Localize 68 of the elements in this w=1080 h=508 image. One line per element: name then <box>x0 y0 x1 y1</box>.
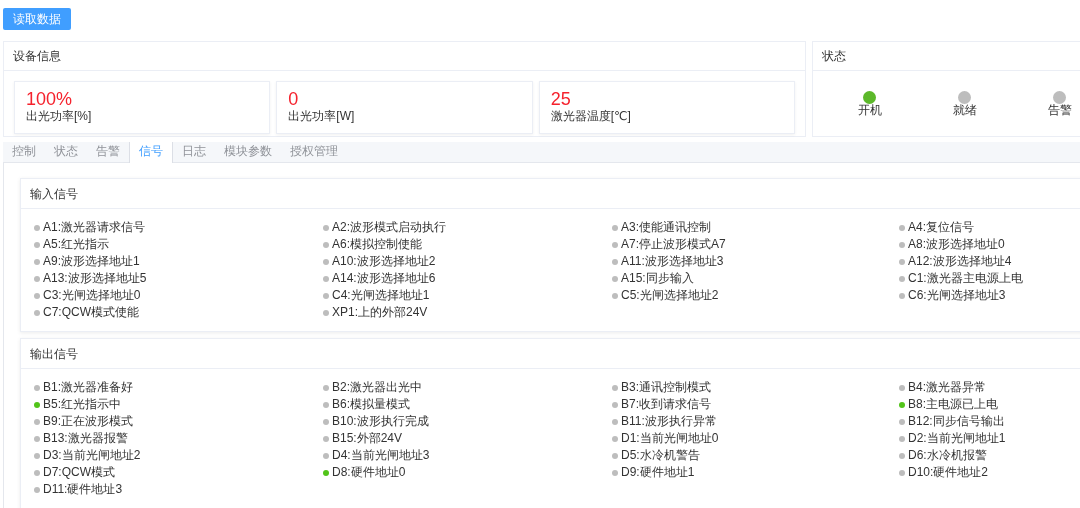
signal-label: D1:当前光闸地址0 <box>621 430 719 447</box>
signal-label: A12:波形选择地址4 <box>908 253 1012 270</box>
signal-label: B8:主电源已上电 <box>908 396 998 413</box>
signal-label: D6:水冷机报警 <box>908 447 987 464</box>
metric-label: 激光器温度[℃] <box>550 109 632 124</box>
signal-label: C7:QCW模式使能 <box>43 304 139 321</box>
signal-label: B13:激光器报警 <box>43 430 128 447</box>
signal-label: A3:使能通讯控制 <box>621 219 711 236</box>
signal-label: D2:当前光闸地址1 <box>908 430 1006 447</box>
metric-value: 0 <box>288 89 300 109</box>
tab[interactable]: 模块参数 <box>215 142 281 162</box>
signal-label: XP1:上的外部24V <box>332 304 428 321</box>
signal-label: A9:波形选择地址1 <box>43 253 140 270</box>
tab[interactable]: 信号 <box>129 142 173 163</box>
status-label: 告警 <box>1047 103 1072 117</box>
signal-label: C3:光闸选择地址0 <box>43 287 141 304</box>
metric-value: 25 <box>550 89 572 109</box>
signal-label: A14:波形选择地址6 <box>332 270 436 287</box>
status-label: 开机 <box>857 103 882 117</box>
metric-label: 出光功率[%] <box>26 109 93 124</box>
signal-label: A5:红光指示 <box>43 236 109 253</box>
signal-label: D3:当前光闸地址2 <box>43 447 141 464</box>
signal-label: C5:光闸选择地址2 <box>621 287 719 304</box>
signal-label: B10:波形执行完成 <box>332 413 429 430</box>
tab[interactable]: 告警 <box>87 142 129 162</box>
signal-label: B6:模拟量模式 <box>332 396 410 413</box>
signal-label: A11:波形选择地址3 <box>621 253 724 270</box>
panel-title: 设备信息 <box>4 42 805 71</box>
signal-label: C6:光闸选择地址3 <box>908 287 1006 304</box>
signal-label: B2:激光器出光中 <box>332 379 422 396</box>
signal-label: D8:硬件地址0 <box>332 464 406 481</box>
signal-label: C1:激光器主电源上电 <box>908 270 1023 287</box>
signal-label: A13:波形选择地址5 <box>43 270 147 287</box>
signal-label: D4:当前光闸地址3 <box>332 447 430 464</box>
tab[interactable]: 日志 <box>173 142 215 162</box>
signal-label: B4:激光器异常 <box>908 379 986 396</box>
metric-label: 出光功率[W] <box>288 109 356 124</box>
signal-label: A8:波形选择地址0 <box>908 236 1005 253</box>
signal-label: D9:硬件地址1 <box>621 464 695 481</box>
signal-label: B7:收到请求信号 <box>621 396 711 413</box>
signal-label: B15:外部24V <box>332 430 403 447</box>
signal-label: A15:同步输入 <box>621 270 694 287</box>
tab[interactable]: 授权管理 <box>281 142 347 162</box>
signal-label: B9:正在波形模式 <box>43 413 133 430</box>
signal-label: A7:停止波形模式A7 <box>621 236 726 253</box>
tab[interactable]: 控制 <box>3 142 45 162</box>
signal-label: B1:激光器准备好 <box>43 379 133 396</box>
signal-label: D10:硬件地址2 <box>908 464 989 481</box>
signal-label: D11:硬件地址3 <box>43 481 123 498</box>
metric-value: 100% <box>26 89 74 109</box>
panel-title: 输入信号 <box>21 179 1080 209</box>
tab[interactable]: 状态 <box>45 142 87 162</box>
panel-title: 状态 <box>813 42 1080 71</box>
panel-title: 输出信号 <box>21 339 1080 369</box>
signal-label: C4:光闸选择地址1 <box>332 287 430 304</box>
signal-label: D7:QCW模式 <box>43 464 115 481</box>
signal-label: D5:水冷机警告 <box>621 447 700 464</box>
signal-label: A6:模拟控制使能 <box>332 236 422 253</box>
read-data-button[interactable]: 读取数据 <box>3 8 71 30</box>
signal-label: B12:同步信号输出 <box>908 413 1005 430</box>
signal-label: A4:复位信号 <box>908 219 974 236</box>
signal-label: A2:波形模式启动执行 <box>332 219 446 236</box>
signal-label: B5:红光指示中 <box>43 396 121 413</box>
signal-label: A1:激光器请求信号 <box>43 219 145 236</box>
signal-label: B3:通讯控制模式 <box>621 379 711 396</box>
status-label: 就绪 <box>952 103 977 117</box>
signal-label: A10:波形选择地址2 <box>332 253 436 270</box>
signal-label: B11:波形执行异常 <box>621 413 717 430</box>
